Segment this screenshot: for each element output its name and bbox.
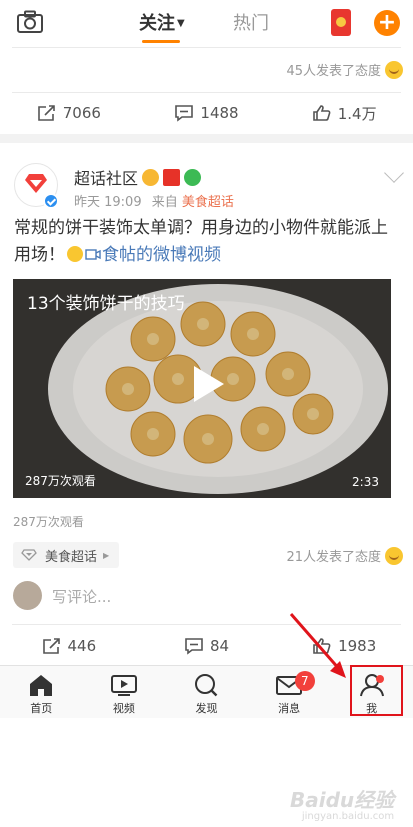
nav-video[interactable]: 视频 [83,666,166,718]
post-time: 昨天 19:09 [74,195,142,210]
laugh-emoji-icon [385,546,403,565]
nav-discover[interactable]: 发现 [165,666,248,718]
prev-comment-button[interactable]: 1488 [138,93,276,133]
author-row: 超话社区 [74,165,202,189]
heart-badge-icon [184,168,202,186]
prev-like-count: 1.4万 [337,104,377,123]
post-meta: 昨天 19:09 来自 美食超话 [74,191,234,210]
reaction-row[interactable]: 21人发表了态度 [286,546,403,565]
tab-follow-label: 关注 [139,13,175,34]
topic-tag[interactable]: 美食超话 ▶ [13,542,120,568]
post-action-bar: 446 84 1983 [0,626,413,666]
video-title: 13个装饰饼干的技巧 [27,294,185,314]
comment-button[interactable]: 84 [138,626,276,666]
nav-home[interactable]: 首页 [0,666,83,718]
nav-messages-label: 消息 [278,702,301,715]
post-text: 常规的饼干装饰太单调？用身边的小物件就能派上用场！ 食帖的微博视频 [14,215,404,269]
reaction-text: 21人发表了态度 [286,550,381,565]
discover-icon [195,674,218,697]
home-icon [30,675,53,696]
views-count: 287万次观看 [13,515,84,529]
prev-repost-button[interactable]: 7066 [0,93,138,133]
diamond-icon [21,549,37,561]
feed-separator [0,134,413,143]
top-bar: 关注 ▼ 热门 + [0,0,413,46]
video-link-icon [85,249,101,260]
red-packet-icon[interactable] [331,9,351,36]
caret-down-icon: ▼ [177,18,185,29]
repost-button[interactable]: 446 [0,626,138,666]
post-from-prefix: 来自 [151,195,178,210]
repost-count: 446 [67,637,97,655]
author-name[interactable]: 超话社区 [74,165,138,189]
prev-reaction-row[interactable]: 45人发表了态度 [286,60,403,79]
video-link[interactable]: 食帖的微博视频 [85,245,221,265]
video-duration: 2:33 [352,475,379,489]
watermark-brand: Baidu经验 [290,788,395,812]
top-divider [12,47,401,48]
message-badge: 7 [294,671,315,691]
tab-hot[interactable]: 热门 [233,9,269,35]
smile-emoji-icon [67,246,83,262]
comment-icon [175,105,194,122]
video-icon [110,675,137,696]
flag-badge-icon [163,168,181,186]
comment-count: 84 [209,637,230,655]
chevron-down-icon[interactable] [384,163,404,183]
topic-tag-label: 美食超话 [45,549,98,565]
compose-plus-button[interactable]: + [374,10,400,36]
prev-repost-count: 7066 [62,104,101,122]
comment-input[interactable]: 写评论... [52,586,111,607]
tab-active-indicator [142,40,180,43]
prev-like-button[interactable]: 1.4万 [275,93,413,133]
repost-icon [42,638,60,654]
nav-discover-label: 发现 [195,702,218,715]
prev-reaction-text: 45人发表了态度 [286,64,381,79]
comment-icon [185,638,203,655]
crown-badge-icon [142,168,160,186]
nav-home-label: 首页 [30,702,53,715]
nav-video-label: 视频 [112,702,135,715]
highlight-box [350,665,403,716]
prev-comment-count: 1488 [200,104,239,122]
tab-follow[interactable]: 关注 ▼ [139,9,185,35]
comment-user-avatar [13,581,42,610]
post-source[interactable]: 美食超话 [182,195,234,210]
laugh-emoji-icon [385,60,403,79]
video-link-label: 食帖的微博视频 [102,245,221,265]
repost-icon [37,105,55,121]
baidu-watermark: Baidu经验 jingyan.baidu.com [290,784,394,822]
thumbs-up-icon [312,105,331,121]
video-player[interactable]: 13个装饰饼干的技巧 287万次观看 2:33 [13,279,391,498]
thumbs-up-icon [313,638,331,654]
camera-icon[interactable] [16,10,44,34]
verified-badge-icon [43,193,59,209]
video-views: 287万次观看 [25,474,96,488]
like-button[interactable]: 1983 [275,626,413,666]
post-divider [12,624,401,625]
like-count: 1983 [338,637,377,655]
tag-arrow-icon: ▶ [103,550,110,560]
play-icon[interactable] [194,366,224,402]
watermark-url: jingyan.baidu.com [301,811,395,822]
nav-messages[interactable]: 消息 7 [248,666,331,718]
red-packet-seal [336,17,346,27]
prev-action-bar: 7066 1488 1.4万 [0,93,413,133]
